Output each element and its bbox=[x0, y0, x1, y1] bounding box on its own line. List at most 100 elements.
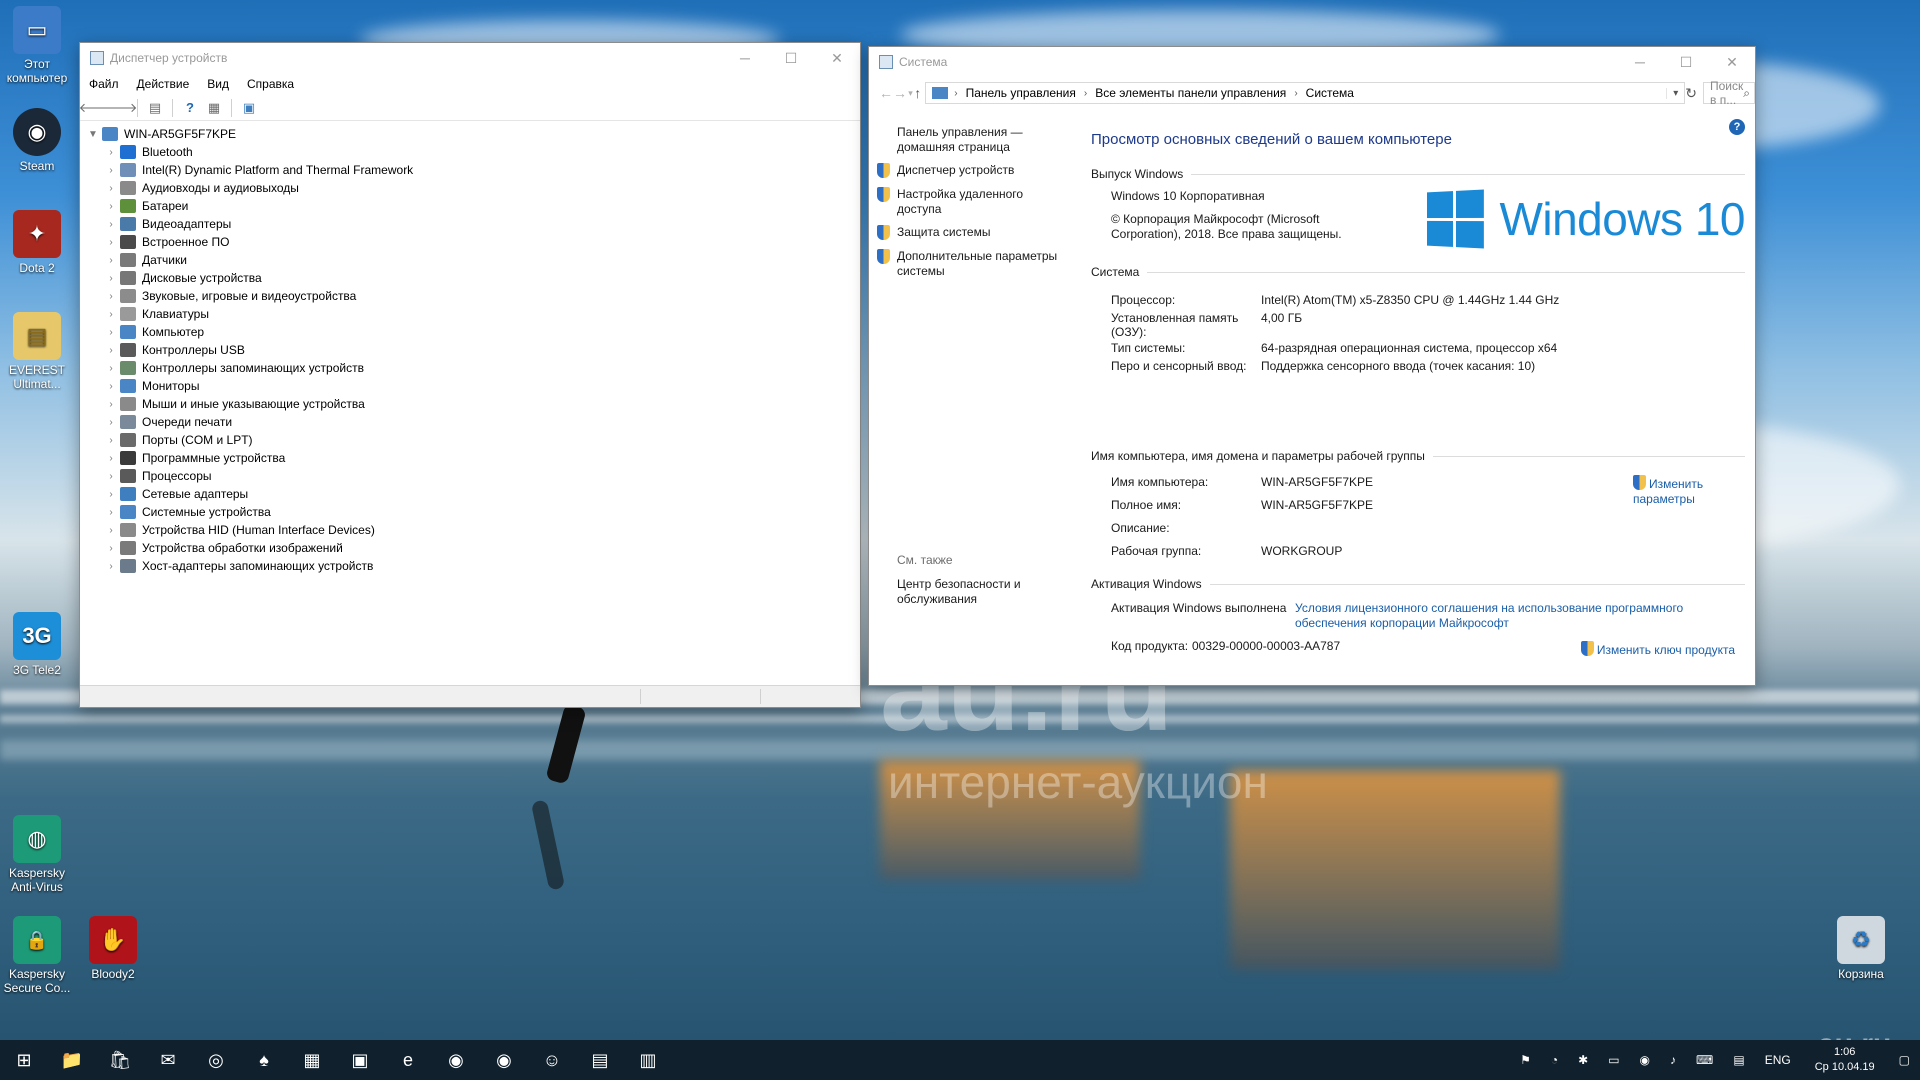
breadcrumb-item[interactable]: Все элементы панели управления bbox=[1095, 86, 1286, 100]
volume-icon[interactable]: ♪ bbox=[1660, 1053, 1686, 1067]
desktop-icon-3g-tele2[interactable]: 3G 3G Tele2 bbox=[0, 612, 74, 677]
device-manager-titlebar[interactable]: Диспетчер устройств ─ ☐ ✕ bbox=[80, 43, 860, 73]
desktop-icon-steam[interactable]: ◉ Steam bbox=[0, 108, 74, 173]
device-category[interactable]: › Устройства обработки изображений bbox=[104, 539, 860, 557]
minimize-button[interactable]: ─ bbox=[1617, 54, 1663, 71]
view-icon[interactable]: ▦ bbox=[204, 99, 224, 117]
collapse-chevron-icon[interactable]: ▼ bbox=[86, 129, 100, 140]
device-category[interactable]: › Программные устройства bbox=[104, 449, 860, 467]
desktop-icon-this-pc[interactable]: ▭ Этот компьютер bbox=[0, 6, 74, 85]
up-arrow-icon[interactable]: ↑ bbox=[914, 85, 921, 101]
bluetooth-icon[interactable]: ✱ bbox=[1568, 1053, 1598, 1067]
recent-dropdown-icon[interactable]: ▾ bbox=[907, 88, 914, 99]
desktop-icon-kaspersky-av[interactable]: ◍ Kaspersky Anti-Virus bbox=[0, 815, 74, 894]
device-category[interactable]: › Контроллеры USB bbox=[104, 341, 860, 359]
device-category[interactable]: › Intel(R) Dynamic Platform and Thermal F… bbox=[104, 161, 860, 179]
expand-chevron-icon[interactable]: › bbox=[104, 327, 118, 338]
device-category[interactable]: › Компьютер bbox=[104, 323, 860, 341]
breadcrumb-item[interactable]: Система bbox=[1306, 86, 1354, 100]
desktop-icon-kaspersky-secure[interactable]: 🔒 Kaspersky Secure Co... bbox=[0, 916, 74, 995]
expand-chevron-icon[interactable]: › bbox=[104, 363, 118, 374]
expand-chevron-icon[interactable]: › bbox=[104, 147, 118, 158]
app-icon[interactable]: ▥ bbox=[624, 1040, 672, 1080]
wifi-icon[interactable]: ◔ bbox=[1541, 1053, 1568, 1067]
expand-chevron-icon[interactable]: › bbox=[104, 201, 118, 212]
solitaire-icon[interactable]: ♠ bbox=[240, 1040, 288, 1080]
change-product-key-link[interactable]: Изменить ключ продукта bbox=[1580, 639, 1735, 657]
expand-chevron-icon[interactable]: › bbox=[104, 381, 118, 392]
maximize-button[interactable]: ☐ bbox=[1663, 54, 1709, 71]
minimize-button[interactable]: ─ bbox=[722, 50, 768, 67]
device-category[interactable]: › Дисковые устройства bbox=[104, 269, 860, 287]
expand-chevron-icon[interactable]: › bbox=[104, 489, 118, 500]
control-panel-home-link[interactable]: Панель управления — домашняя страница bbox=[897, 125, 1037, 155]
device-category[interactable]: › Сетевые адаптеры bbox=[104, 485, 860, 503]
expand-chevron-icon[interactable]: › bbox=[104, 291, 118, 302]
expand-chevron-icon[interactable]: › bbox=[104, 525, 118, 536]
action-center-icon[interactable]: ▤ bbox=[1723, 1053, 1754, 1067]
properties-icon[interactable]: ▤ bbox=[145, 99, 165, 117]
device-manager-link[interactable]: Диспетчер устройств bbox=[877, 163, 1077, 178]
device-category[interactable]: › Контроллеры запоминающих устройств bbox=[104, 359, 860, 377]
device-category[interactable]: › Звуковые, игровые и видеоустройства bbox=[104, 287, 860, 305]
search-input[interactable]: Поиск в п... ⌕ bbox=[1702, 79, 1755, 107]
back-arrow-icon[interactable]: ← bbox=[879, 85, 893, 101]
device-category[interactable]: › Встроенное ПО bbox=[104, 233, 860, 251]
close-button[interactable]: ✕ bbox=[814, 50, 860, 67]
expand-chevron-icon[interactable]: › bbox=[104, 507, 118, 518]
security-center-link[interactable]: Центр безопасности и обслуживания bbox=[897, 577, 1037, 607]
store-icon[interactable]: 🛍 bbox=[96, 1040, 144, 1080]
system-protection-link[interactable]: Защита системы bbox=[877, 225, 1077, 240]
device-category[interactable]: › Мониторы bbox=[104, 377, 860, 395]
device-category[interactable]: › Очереди печати bbox=[104, 413, 860, 431]
device-category[interactable]: › Батареи bbox=[104, 197, 860, 215]
breadcrumb-item[interactable]: Панель управления bbox=[966, 86, 1076, 100]
expand-chevron-icon[interactable]: › bbox=[104, 309, 118, 320]
battery-icon[interactable]: ▭ bbox=[1598, 1053, 1629, 1067]
file-explorer-icon[interactable]: 📁 bbox=[48, 1040, 96, 1080]
device-category[interactable]: › Видеоадаптеры bbox=[104, 215, 860, 233]
address-bar[interactable]: › Панель управления › Все элементы панел… bbox=[925, 82, 1686, 104]
clock[interactable]: 1:06 Ср 10.04.19 bbox=[1801, 1045, 1889, 1075]
expand-chevron-icon[interactable]: › bbox=[104, 255, 118, 266]
mail-icon[interactable]: ✉ bbox=[144, 1040, 192, 1080]
steam-icon[interactable]: ◉ bbox=[432, 1040, 480, 1080]
refresh-icon[interactable]: ↻ bbox=[1685, 85, 1697, 102]
device-category[interactable]: › Порты (COM и LPT) bbox=[104, 431, 860, 449]
desktop-icon-recycle-bin[interactable]: ♻ Корзина bbox=[1824, 916, 1898, 981]
expand-chevron-icon[interactable]: › bbox=[104, 561, 118, 572]
device-category[interactable]: › Клавиатуры bbox=[104, 305, 860, 323]
expand-chevron-icon[interactable]: › bbox=[104, 435, 118, 446]
change-settings-link[interactable]: Изменить параметры bbox=[1633, 473, 1715, 507]
expand-chevron-icon[interactable]: › bbox=[104, 237, 118, 248]
system-window[interactable]: Система ─ ☐ ✕ ← → ▾ ↑ › Панель управлени… bbox=[868, 46, 1756, 686]
chrome-icon[interactable]: ◎ bbox=[192, 1040, 240, 1080]
calendar-icon[interactable]: ▦ bbox=[288, 1040, 336, 1080]
maximize-button[interactable]: ☐ bbox=[768, 50, 814, 67]
advanced-system-settings-link[interactable]: Дополнительные параметры системы bbox=[877, 249, 1067, 279]
forward-arrow-icon[interactable]: → bbox=[893, 85, 907, 101]
device-manager-window[interactable]: Диспетчер устройств ─ ☐ ✕ Файл Действие … bbox=[79, 42, 861, 708]
keyboard-icon[interactable]: ⌨ bbox=[1686, 1053, 1723, 1067]
expand-chevron-icon[interactable]: › bbox=[104, 471, 118, 482]
device-category[interactable]: › Bluetooth bbox=[104, 143, 860, 161]
device-category[interactable]: › Системные устройства bbox=[104, 503, 860, 521]
expand-chevron-icon[interactable]: › bbox=[104, 399, 118, 410]
steam-tray-icon[interactable]: ◉ bbox=[1630, 1053, 1660, 1067]
monitor-scan-icon[interactable]: ▣ bbox=[239, 99, 259, 117]
notifications-icon[interactable]: ▢ bbox=[1889, 1053, 1920, 1067]
expand-chevron-icon[interactable]: › bbox=[104, 543, 118, 554]
expand-chevron-icon[interactable]: › bbox=[104, 453, 118, 464]
device-category[interactable]: › Мыши и иные указывающие устройства bbox=[104, 395, 860, 413]
desktop-icon-dota2[interactable]: ✦ Dota 2 bbox=[0, 210, 74, 275]
desktop-icon-everest[interactable]: ▤ EVEREST Ultimat... bbox=[0, 312, 74, 391]
remote-settings-link[interactable]: Настройка удаленного доступа bbox=[877, 187, 1037, 217]
menu-action[interactable]: Действие bbox=[137, 77, 190, 91]
menu-file[interactable]: Файл bbox=[89, 77, 119, 91]
app-icon[interactable]: ☺ bbox=[528, 1040, 576, 1080]
app-icon[interactable]: ▤ bbox=[576, 1040, 624, 1080]
expand-chevron-icon[interactable]: › bbox=[104, 345, 118, 356]
expand-chevron-icon[interactable]: › bbox=[104, 417, 118, 428]
device-category[interactable]: › Процессоры bbox=[104, 467, 860, 485]
start-button[interactable]: ⊞ bbox=[0, 1040, 48, 1080]
